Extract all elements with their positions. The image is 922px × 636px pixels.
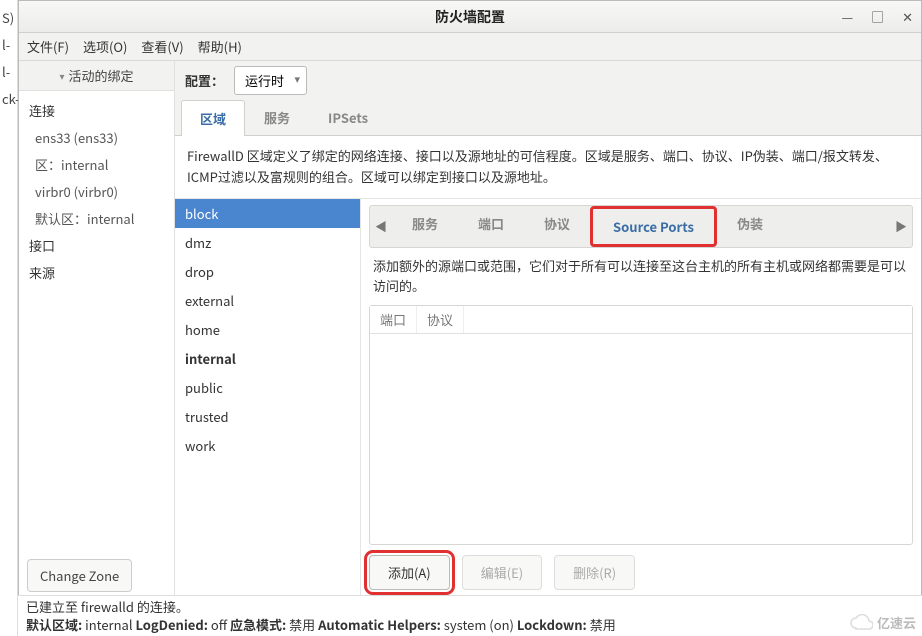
sidebar-group[interactable]: 接口 xyxy=(19,232,174,259)
sidebar-connection-zone: 默认区：internal xyxy=(19,205,174,232)
zone-item-external[interactable]: external xyxy=(175,286,360,315)
zone-description: FirewallD 区域定义了绑定的网络连接、接口以及源地址的可信程度。区域是服… xyxy=(175,136,921,199)
config-label: 配置： xyxy=(185,71,224,90)
minimize-button[interactable]: — xyxy=(841,7,853,26)
menu-help[interactable]: 帮助(H) xyxy=(198,37,242,56)
zone-item-public[interactable]: public xyxy=(175,373,360,402)
tabs-scroll-left[interactable]: ◀ xyxy=(370,218,392,235)
window-title: 防火墙配置 xyxy=(435,7,505,27)
edit-button[interactable]: 编辑(E) xyxy=(462,555,542,590)
zone-item-home[interactable]: home xyxy=(175,315,360,344)
zone-item-internal[interactable]: internal xyxy=(175,344,360,373)
source-ports-table[interactable]: 端口 协议 xyxy=(369,305,913,545)
primary-tab-2[interactable]: IPSets xyxy=(309,99,387,135)
menu-view[interactable]: 查看(V) xyxy=(141,37,183,56)
secondary-tabs: ◀ 服务端口协议Source Ports伪装 ▶ xyxy=(369,205,913,248)
detail-panel: ◀ 服务端口协议Source Ports伪装 ▶ 添加额外的源端口或范围，它们对… xyxy=(361,199,921,600)
zone-list: blockdmzdropexternalhomeinternalpublictr… xyxy=(175,199,361,600)
watermark: 亿速云 xyxy=(849,613,916,632)
change-zone-button[interactable]: Change Zone xyxy=(27,559,132,592)
menu-file[interactable]: 文件(F) xyxy=(27,37,69,56)
maximize-button[interactable]: □ xyxy=(871,7,884,26)
zone-item-trusted[interactable]: trusted xyxy=(175,402,360,431)
remove-button[interactable]: 删除(R) xyxy=(554,555,635,590)
sidebar-header[interactable]: ▾ 活动的绑定 xyxy=(19,61,174,91)
primary-tab-1[interactable]: 服务 xyxy=(245,99,309,135)
status-connection: 已建立至 firewalld 的连接。 xyxy=(26,598,914,616)
zone-item-block[interactable]: block xyxy=(175,199,360,228)
sidebar-connection[interactable]: ens33 (ens33) xyxy=(19,124,174,151)
menubar: 文件(F) 选项(O) 查看(V) 帮助(H) xyxy=(19,33,921,61)
config-combo[interactable]: 运行时 xyxy=(234,66,307,95)
sidebar-group[interactable]: 来源 xyxy=(19,259,174,286)
source-ports-description: 添加额外的源端口或范围，它们对于所有可以连接至这台主机的所有主机或网络都需要是可… xyxy=(369,248,913,306)
sidebar-connection[interactable]: virbr0 (virbr0) xyxy=(19,178,174,205)
secondary-tab-4[interactable]: 伪装 xyxy=(717,206,783,247)
tabs-scroll-right[interactable]: ▶ xyxy=(890,218,912,235)
add-button[interactable]: 添加(A) xyxy=(369,555,450,590)
status-details: 默认区域: internal LogDenied: off 应急模式: 禁用 A… xyxy=(26,616,914,634)
titlebar[interactable]: 防火墙配置 — □ ✕ xyxy=(19,1,921,33)
menu-options[interactable]: 选项(O) xyxy=(83,37,127,56)
secondary-tab-0[interactable]: 服务 xyxy=(392,206,458,247)
status-bar: 已建立至 firewalld 的连接。 默认区域: internal LogDe… xyxy=(18,595,922,636)
chevron-down-icon: ▾ xyxy=(59,68,64,83)
firewall-config-window: 防火墙配置 — □ ✕ 文件(F) 选项(O) 查看(V) 帮助(H) ▾ 活动… xyxy=(18,0,922,601)
zone-item-dmz[interactable]: dmz xyxy=(175,228,360,257)
zone-item-work[interactable]: work xyxy=(175,431,360,460)
zone-item-drop[interactable]: drop xyxy=(175,257,360,286)
col-protocol: 协议 xyxy=(417,306,464,333)
col-port: 端口 xyxy=(370,306,417,333)
secondary-tab-1[interactable]: 端口 xyxy=(458,206,524,247)
sidebar: ▾ 活动的绑定 连接ens33 (ens33)区：internalvirbr0 … xyxy=(19,61,175,600)
secondary-tab-2[interactable]: 协议 xyxy=(524,206,590,247)
close-button[interactable]: ✕ xyxy=(902,7,913,26)
primary-tab-0[interactable]: 区域 xyxy=(181,100,245,136)
sidebar-connection-zone: 区：internal xyxy=(19,151,174,178)
primary-tabs: 区域服务IPSets xyxy=(175,99,921,136)
host-gutter: S) l- l- ck- xyxy=(0,0,18,636)
secondary-tab-3[interactable]: Source Ports xyxy=(590,206,717,247)
sidebar-group[interactable]: 连接 xyxy=(19,97,174,124)
main-panel: 配置： 运行时 区域服务IPSets FirewallD 区域定义了绑定的网络连… xyxy=(175,61,921,600)
